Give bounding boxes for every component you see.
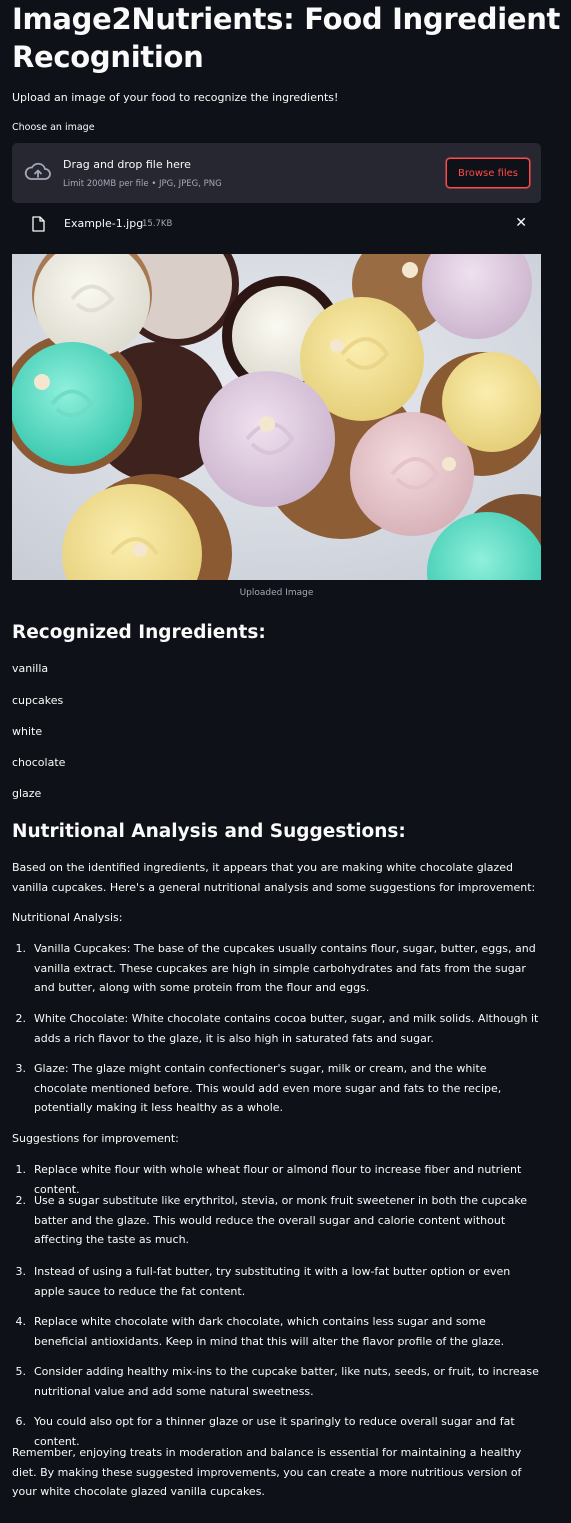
list-number: 3.	[15, 1062, 27, 1075]
list-number: 5.	[15, 1365, 27, 1378]
uploaded-file-name: Example-1.jpg	[64, 217, 144, 230]
app-page: Image2Nutrients: Food Ingredient Recogni…	[0, 0, 571, 1523]
ingredient-item: chocolate	[12, 756, 66, 769]
page-subtitle: Upload an image of your food to recogniz…	[12, 91, 339, 104]
list-text: Instead of using a full-fat butter, try …	[34, 1265, 511, 1298]
ingredient-item: glaze	[12, 787, 42, 800]
ingredient-item: cupcakes	[12, 694, 64, 707]
list-text: Vanilla Cupcakes: The base of the cupcak…	[34, 942, 536, 994]
suggestions-label: Suggestions for improvement:	[12, 1132, 179, 1145]
uploaded-image	[12, 254, 541, 580]
list-text: Glaze: The glaze might contain confectio…	[34, 1062, 502, 1114]
page-title: Image2Nutrients: Food Ingredient Recogni…	[12, 2, 561, 74]
uploaded-file-size: 15.7KB	[142, 219, 173, 229]
image-caption: Uploaded Image	[239, 588, 314, 598]
list-number: 2.	[15, 1194, 27, 1207]
list-number: 1.	[15, 1163, 27, 1176]
close-icon[interactable]: ✕	[515, 215, 527, 231]
analysis-heading: Nutritional Analysis and Suggestions:	[12, 821, 406, 842]
list-number: 2.	[15, 1012, 27, 1025]
list-number: 4.	[15, 1315, 27, 1328]
file-dropzone[interactable]: Drag and drop file here Limit 200MB per …	[12, 143, 541, 203]
file-icon	[32, 216, 45, 232]
cloud-upload-icon	[24, 162, 51, 180]
closing-paragraph: Remember, enjoying treats in moderation …	[12, 1446, 522, 1498]
list-text: White Chocolate: White chocolate contain…	[34, 1012, 539, 1045]
ingredient-item: white	[12, 725, 43, 738]
analysis-section-label: Nutritional Analysis:	[12, 911, 123, 924]
list-number: 3.	[15, 1265, 27, 1278]
list-text: Consider adding healthy mix-ins to the c…	[34, 1365, 539, 1398]
list-text: Use a sugar substitute like erythritol, …	[34, 1194, 528, 1246]
list-number: 1.	[15, 942, 27, 955]
uploader-label: Choose an image	[12, 122, 95, 133]
ingredient-item: vanilla	[12, 662, 49, 675]
uploaded-file-row: Example-1.jpg 15.7KB ✕	[12, 213, 541, 235]
ingredients-heading: Recognized Ingredients:	[12, 622, 266, 643]
list-text: Replace white chocolate with dark chocol…	[34, 1315, 505, 1348]
analysis-intro: Based on the identified ingredients, it …	[12, 861, 536, 894]
dropzone-limit: Limit 200MB per file • JPG, JPEG, PNG	[63, 179, 222, 189]
list-number: 6.	[15, 1415, 27, 1428]
browse-files-button[interactable]: Browse files	[446, 158, 530, 188]
dropzone-instructions: Drag and drop file here	[63, 158, 191, 171]
